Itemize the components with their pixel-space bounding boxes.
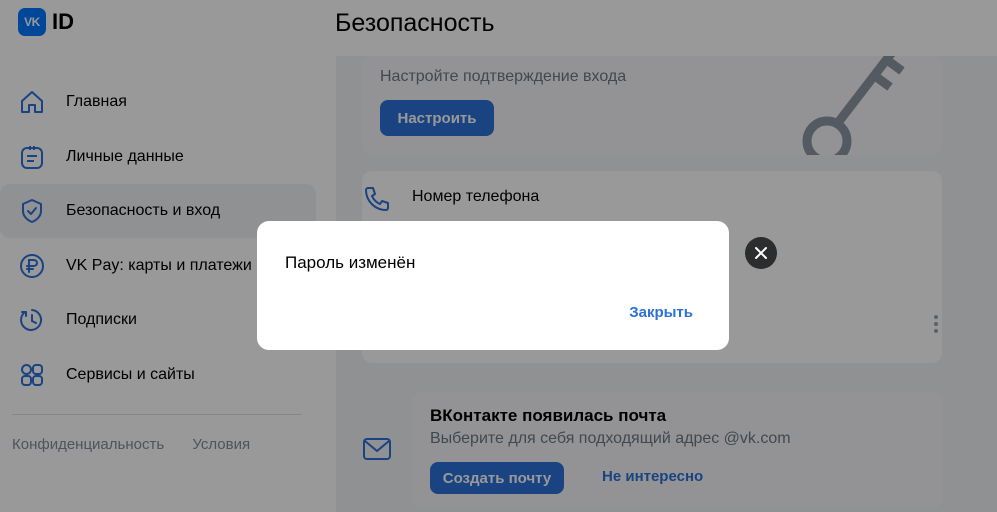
dialog-close-button[interactable]: Закрыть [629,304,693,321]
page: VK ID Безопасность Главная Личные данные [0,0,997,512]
close-dialog-button[interactable] [745,237,777,269]
dialog-message: Пароль изменён [285,253,416,272]
close-icon [755,247,767,259]
password-changed-dialog: Пароль изменён Закрыть [257,221,729,350]
